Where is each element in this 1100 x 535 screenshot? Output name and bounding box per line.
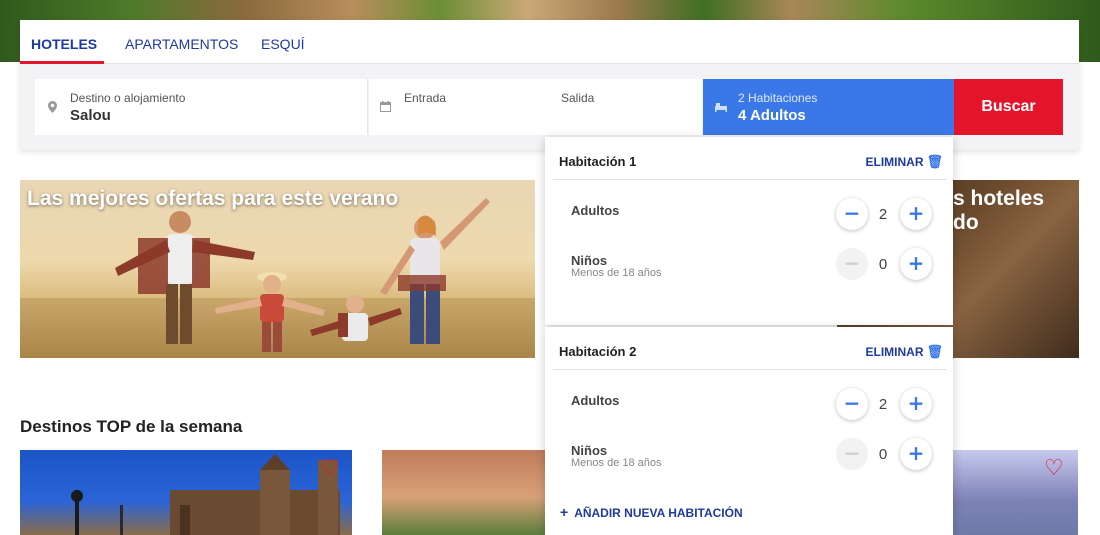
remove-room-label: ELIMINAR [865, 155, 924, 169]
search-button[interactable]: Buscar [954, 79, 1063, 135]
product-tabs: HOTELES APARTAMENTOS ESQUÍ [20, 20, 1079, 64]
plus-icon: + [560, 504, 569, 520]
summer-offers-banner[interactable]: Las mejores ofertas para este verano [20, 180, 535, 358]
destination-value: Salou [70, 107, 111, 124]
calendar-icon [380, 101, 391, 115]
room-title: Habitación 2 [559, 344, 637, 359]
hotels-banner-title-line1: s hoteles [953, 187, 1045, 210]
children-decrement-button[interactable]: − [836, 438, 868, 470]
search-panel: HOTELES APARTAMENTOS ESQUÍ Destino o alo… [20, 20, 1079, 150]
children-age-note: Menos de 18 años [571, 267, 662, 279]
room-panel: Habitación 2 ELIMINAR 🗑 Adultos − 2 + Niñ… [545, 327, 953, 535]
adults-label: Adultos [571, 203, 620, 218]
guests-value: 4 Adultos [738, 107, 806, 124]
children-increment-button[interactable]: + [900, 438, 932, 470]
summer-offers-title: Las mejores ofertas para este verano [27, 187, 399, 210]
destination-label: Destino o alojamiento [70, 91, 186, 105]
adults-label: Adultos [571, 393, 620, 408]
location-pin-icon [48, 101, 57, 116]
rooms-label: 2 Habitaciones [738, 91, 818, 105]
heart-icon[interactable]: ♡ [320, 457, 340, 479]
dates-field[interactable]: Entrada Salida [369, 79, 702, 135]
remove-room-button[interactable]: ELIMINAR 🗑 [865, 344, 943, 360]
active-tab-indicator [20, 61, 104, 64]
checkin-label: Entrada [404, 91, 447, 105]
destination-card[interactable]: ♡ [20, 450, 352, 535]
adults-decrement-button[interactable]: − [836, 198, 868, 230]
top-destinations-title: Destinos TOP de la semana [20, 417, 243, 436]
destination-card[interactable] [382, 450, 545, 535]
children-decrement-button[interactable]: − [836, 248, 868, 280]
adults-count: 2 [878, 396, 888, 413]
divider [553, 179, 947, 180]
adults-increment-button[interactable]: + [900, 388, 932, 420]
trash-icon: 🗑 [926, 344, 943, 359]
hotels-banner-title: s hoteles do [953, 187, 1044, 235]
children-count: 0 [878, 256, 888, 273]
destination-card[interactable]: ♡ [952, 450, 1078, 535]
children-increment-button[interactable]: + [900, 248, 932, 280]
adults-increment-button[interactable]: + [900, 198, 932, 230]
hotels-banner-title-line2: do [953, 211, 979, 234]
tab-apartamentos[interactable]: APARTAMENTOS [125, 36, 238, 52]
divider [553, 369, 947, 370]
tab-esqui[interactable]: ESQUÍ [261, 36, 305, 52]
city-illustration [71, 454, 340, 535]
children-age-note: Menos de 18 años [571, 457, 662, 469]
children-label: Niños [571, 253, 608, 268]
remove-room-button[interactable]: ELIMINAR 🗑 [865, 154, 943, 170]
remove-room-label: ELIMINAR [865, 345, 924, 359]
children-count: 0 [878, 446, 888, 463]
checkout-label: Salida [561, 91, 595, 105]
rooms-guests-field[interactable]: 2 Habitaciones 4 Adultos [703, 79, 954, 135]
room-title: Habitación 1 [559, 154, 637, 169]
room-panel: Habitación 1 ELIMINAR 🗑 Adultos − 2 + Niñ… [545, 137, 953, 325]
destination-field[interactable]: Destino o alojamiento Salou [35, 79, 368, 135]
bed-icon [715, 101, 727, 115]
adults-count: 2 [878, 206, 888, 223]
trash-icon: 🗑 [926, 154, 943, 169]
tab-hoteles[interactable]: HOTELES [31, 36, 97, 52]
heart-icon[interactable]: ♡ [1044, 457, 1064, 479]
adults-decrement-button[interactable]: − [836, 388, 868, 420]
add-room-button[interactable]: + AÑADIR NUEVA HABITACIÓN [560, 504, 743, 520]
add-room-label: AÑADIR NUEVA HABITACIÓN [574, 506, 743, 520]
children-label: Niños [571, 443, 608, 458]
